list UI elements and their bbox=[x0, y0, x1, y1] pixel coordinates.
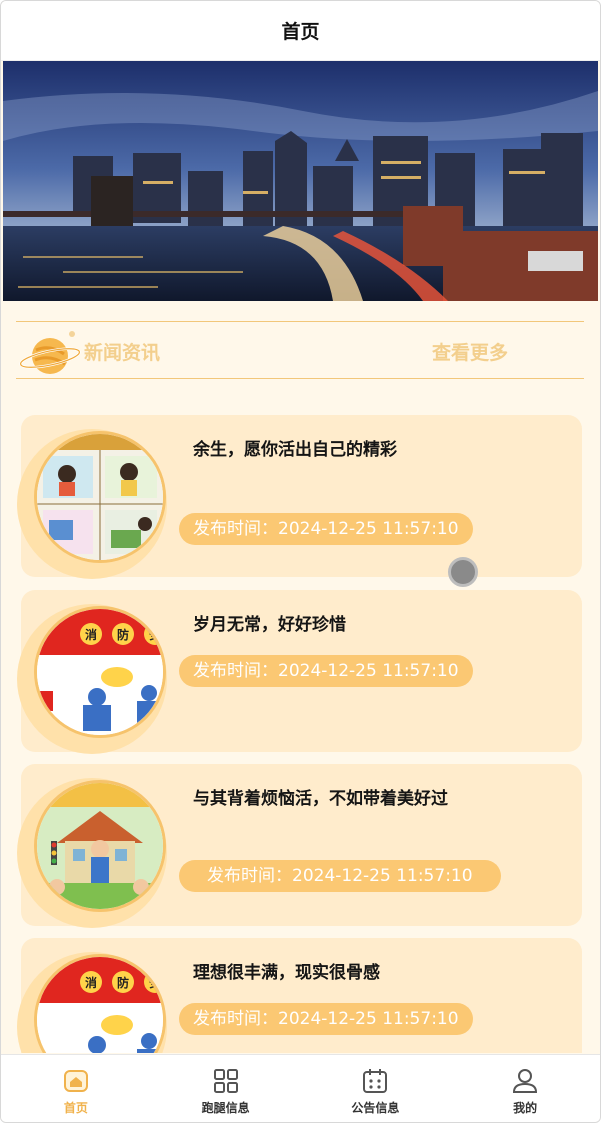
tab-errand-info[interactable]: 跑腿信息 bbox=[151, 1055, 301, 1122]
poster-char: 防 bbox=[117, 975, 129, 990]
tab-label: 我的 bbox=[513, 1101, 538, 1115]
touch-indicator bbox=[448, 557, 478, 587]
comic-classroom-image bbox=[37, 434, 163, 560]
tab-bar: 首页 跑腿信息 公告信息 我的 bbox=[1, 1054, 600, 1122]
tab-mine[interactable]: 我的 bbox=[450, 1055, 600, 1122]
publish-time-badge: 发布时间：2024-12-25 11:57:10 bbox=[179, 860, 501, 892]
tab-label: 首页 bbox=[63, 1101, 88, 1115]
navigation-bar: 首页 bbox=[1, 1, 600, 61]
grid-icon bbox=[213, 1069, 238, 1093]
home-icon bbox=[63, 1070, 88, 1092]
tab-label: 公告信息 bbox=[351, 1101, 400, 1115]
tab-label: 跑腿信息 bbox=[201, 1101, 250, 1115]
news-card[interactable]: 消 防 安 岁月无常，好好珍惜 发布时间：2024-12-25 11:57:10 bbox=[17, 590, 582, 754]
news-title: 与其背着烦恼活，不如带着美好过 bbox=[193, 789, 448, 809]
publish-time-badge: 发布时间：2024-12-25 11:57:10 bbox=[179, 1003, 473, 1035]
view-more-link[interactable]: 查看更多 bbox=[432, 338, 508, 365]
publish-time-badge: 发布时间：2024-12-25 11:57:10 bbox=[179, 655, 473, 687]
tab-announcements[interactable]: 公告信息 bbox=[301, 1055, 451, 1122]
news-card[interactable]: 余生，愿你活出自己的精彩 发布时间：2024-12-25 11:57:10 bbox=[17, 415, 582, 579]
page-title: 首页 bbox=[281, 21, 320, 43]
news-title: 理想很丰满，现实很骨感 bbox=[193, 963, 380, 983]
planet-icon bbox=[19, 331, 81, 374]
news-thumbnail bbox=[34, 780, 166, 912]
poster-char: 消 bbox=[85, 627, 97, 642]
poster-char: 安 bbox=[149, 975, 161, 990]
news-thumbnail bbox=[34, 431, 166, 563]
traffic-police-school-image bbox=[37, 783, 163, 909]
calendar-icon bbox=[363, 1069, 388, 1093]
fire-safety-poster-image: 消 防 安 bbox=[37, 957, 163, 1053]
fire-safety-poster-image: 消 防 安 bbox=[37, 609, 163, 735]
news-card[interactable]: 消 防 安 理想很丰满，现实很骨感 发布时间：2024-12-25 11:57:… bbox=[17, 938, 582, 1053]
news-title: 余生，愿你活出自己的精彩 bbox=[193, 440, 397, 460]
poster-char: 安 bbox=[149, 627, 161, 642]
news-section-header: 新闻资讯 查看更多 bbox=[16, 321, 584, 379]
app-frame: 首页 新闻资讯 查看更多 余生，愿你活出自己的精彩 发布时间：2024-12-2… bbox=[0, 0, 601, 1123]
city-skyline-image bbox=[3, 61, 598, 301]
news-card[interactable]: 与其背着烦恼活，不如带着美好过 发布时间：2024-12-25 11:57:10 bbox=[17, 764, 582, 928]
news-list: 余生，愿你活出自己的精彩 发布时间：2024-12-25 11:57:10 消 … bbox=[1, 413, 600, 1053]
news-thumbnail: 消 防 安 bbox=[34, 606, 166, 738]
poster-char: 防 bbox=[117, 627, 129, 642]
user-icon bbox=[513, 1069, 538, 1093]
poster-char: 消 bbox=[85, 975, 97, 990]
tab-home[interactable]: 首页 bbox=[1, 1055, 151, 1122]
news-title: 岁月无常，好好珍惜 bbox=[193, 615, 346, 635]
banner-image[interactable] bbox=[3, 61, 598, 301]
publish-time-badge: 发布时间：2024-12-25 11:57:10 bbox=[179, 513, 473, 545]
section-title: 新闻资讯 bbox=[84, 342, 161, 364]
